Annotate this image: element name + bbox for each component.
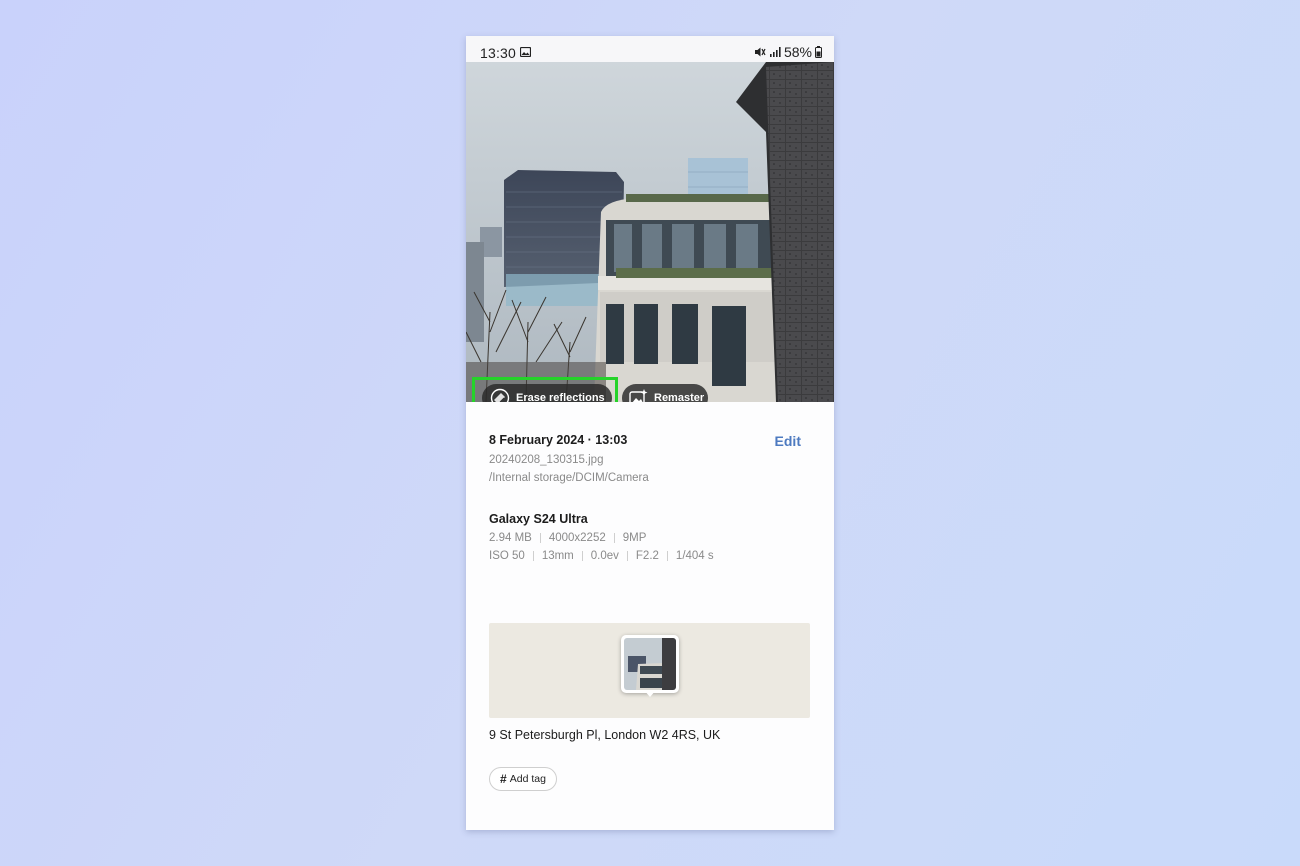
phone-screen: 13:30 58% Erase reflections Remaster 8 F… (466, 36, 834, 830)
photo-date-time: 8 February 2024 · 13:03 (489, 433, 628, 447)
iso: ISO 50 (489, 550, 525, 562)
battery-percent: 58% (783, 44, 812, 60)
status-indicators: 58% (754, 44, 822, 60)
meta-divider (626, 551, 628, 561)
mute-icon (754, 47, 766, 57)
location-address: 9 St Petersburgh Pl, London W2 4RS, UK (489, 728, 721, 742)
shutter-speed: 1/404 s (675, 550, 714, 562)
resolution: 4000x2252 (548, 532, 606, 544)
camera-info-row: ISO 50 13mm 0.0ev F2.2 1/404 s (489, 550, 714, 562)
meta-divider (581, 551, 583, 561)
map-pin-thumbnail (624, 638, 676, 690)
device-name: Galaxy S24 Ultra (489, 512, 588, 526)
meta-divider (613, 533, 615, 543)
edit-details-button[interactable]: Edit (775, 433, 801, 449)
hash-icon: # (500, 772, 507, 786)
signal-icon (769, 47, 781, 57)
add-tag-label: Add tag (509, 773, 546, 785)
megapixels: 9MP (622, 532, 647, 544)
erase-reflections-icon (490, 388, 510, 402)
remaster-label: Remaster (654, 392, 705, 402)
meta-divider (666, 551, 668, 561)
map-pin-tail (644, 690, 656, 697)
remaster-icon (629, 389, 648, 402)
erase-reflections-label: Erase reflections (516, 392, 605, 402)
photo-filename: 20240208_130315.jpg (489, 454, 604, 466)
map-photo-pin[interactable] (621, 635, 679, 697)
photo-view[interactable]: Erase reflections Remaster (466, 62, 834, 402)
file-info-row: 2.94 MB 4000x2252 9MP (489, 532, 646, 544)
meta-divider (532, 551, 534, 561)
meta-divider (539, 533, 541, 543)
focal-length: 13mm (541, 550, 574, 562)
battery-icon (815, 46, 822, 58)
add-tag-button[interactable]: # Add tag (489, 767, 557, 791)
status-bar: 13:30 58% (466, 36, 834, 62)
location-map[interactable] (489, 623, 810, 718)
gallery-icon (520, 47, 531, 57)
exposure-value: 0.0ev (590, 550, 619, 562)
photo-path: /Internal storage/DCIM/Camera (489, 472, 649, 484)
file-size: 2.94 MB (489, 532, 532, 544)
photo-image (466, 62, 834, 402)
erase-reflections-button[interactable]: Erase reflections (482, 384, 612, 402)
status-time: 13:30 (480, 45, 517, 61)
remaster-button[interactable]: Remaster (622, 384, 708, 402)
aperture: F2.2 (635, 550, 659, 562)
